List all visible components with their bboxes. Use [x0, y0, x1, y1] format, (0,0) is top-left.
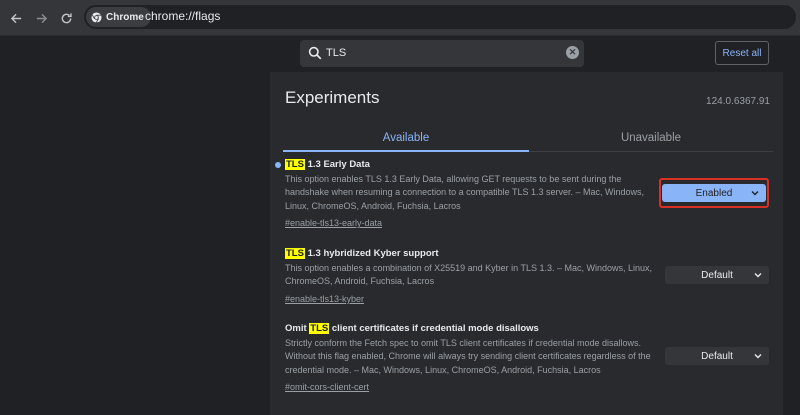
experiment-select[interactable]: Default [665, 266, 769, 284]
arrow-right-icon [36, 13, 47, 23]
select-value: Default [701, 269, 733, 281]
clear-icon[interactable]: ✕ [566, 46, 579, 59]
experiment-description: Strictly conform the Fetch spec to omit … [285, 338, 651, 375]
left-gutter [0, 36, 270, 415]
page-title: Experiments [285, 88, 380, 107]
experiment-link[interactable]: #omit-cors-client-cert [285, 382, 369, 392]
browser-toolbar: Chrome chrome://flags [0, 0, 800, 36]
arrow-left-icon [10, 13, 21, 23]
experiment-title: Omit TLS client certificates if credenti… [285, 323, 539, 334]
select-value: Enabled [695, 187, 733, 199]
search-input[interactable] [326, 44, 556, 62]
chevron-down-icon [754, 271, 762, 279]
right-gutter [783, 36, 800, 415]
tab-unavailable[interactable]: Unavailable [529, 128, 773, 148]
search-box[interactable]: ✕ [300, 40, 584, 67]
reload-button[interactable] [56, 8, 76, 28]
experiment-select[interactable]: Enabled [662, 184, 766, 202]
experiment-description: This option enables a combination of X25… [285, 263, 653, 287]
url-text[interactable]: chrome://flags [145, 9, 220, 23]
experiment-link[interactable]: #enable-tls13-kyber [285, 294, 364, 304]
experiment-title: TLS 1.3 Early Data [285, 159, 370, 170]
chevron-down-icon [751, 189, 759, 197]
modified-indicator [275, 162, 281, 168]
site-chip-label: Chrome [106, 11, 144, 23]
experiment-title: TLS 1.3 hybridized Kyber support [285, 248, 439, 259]
search-highlight: TLS [285, 248, 305, 259]
forward-button[interactable] [31, 8, 51, 28]
version-label: 124.0.6367.91 [706, 96, 770, 107]
search-highlight: TLS [309, 323, 330, 334]
site-info-chip[interactable]: Chrome [86, 7, 151, 27]
active-tab-indicator [283, 150, 529, 152]
experiment-select[interactable]: Default [665, 347, 769, 365]
address-bar[interactable]: Chrome chrome://flags [84, 5, 796, 29]
select-value: Default [701, 350, 733, 362]
search-highlight: TLS [285, 159, 305, 170]
reset-all-button[interactable]: Reset all [715, 41, 769, 65]
experiments-panel: Experiments 124.0.6367.91 Available Unav… [270, 72, 783, 415]
reload-icon [61, 12, 72, 23]
search-icon [308, 46, 322, 60]
chrome-logo-icon [91, 11, 102, 23]
experiment-description: This option enables TLS 1.3 Early Data, … [285, 174, 645, 211]
experiment-link[interactable]: #enable-tls13-early-data [285, 218, 382, 228]
chevron-down-icon [754, 352, 762, 360]
back-button[interactable] [6, 8, 26, 28]
tab-available[interactable]: Available [283, 128, 529, 148]
